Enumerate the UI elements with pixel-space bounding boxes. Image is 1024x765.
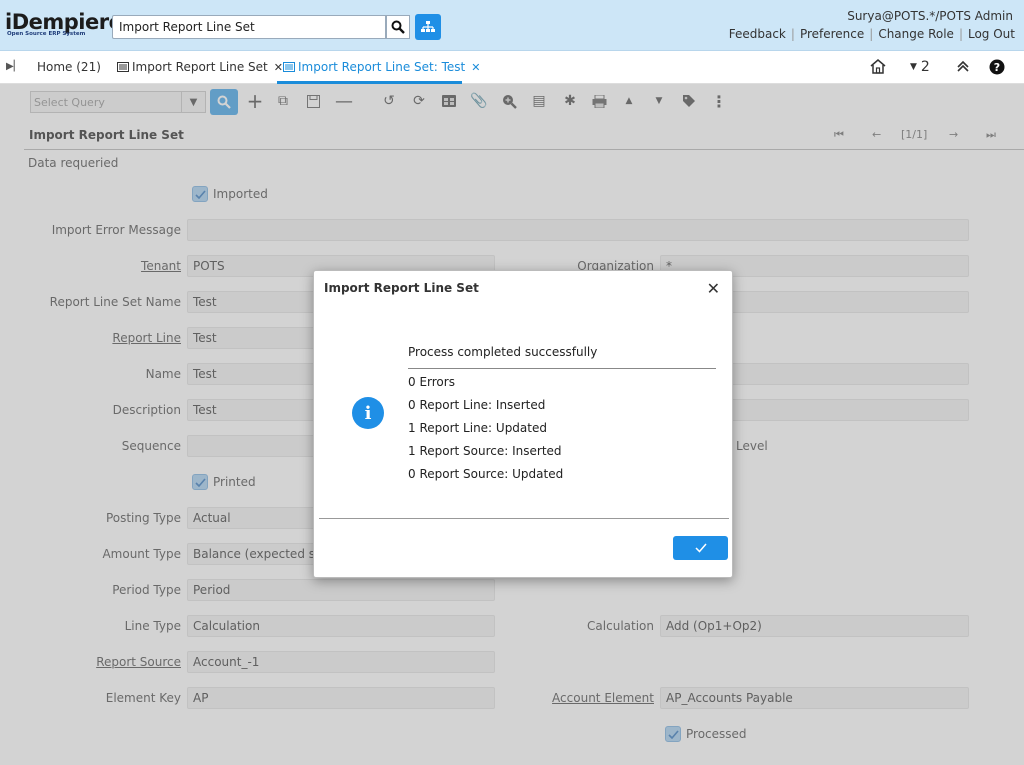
idempiere-logo[interactable]: iDempiere Open Source ERP System: [5, 10, 123, 38]
logo-subtitle: Open Source ERP System: [7, 31, 86, 37]
home-icon[interactable]: [870, 59, 886, 78]
maximize-icon[interactable]: [956, 59, 970, 77]
log-out-link[interactable]: Log Out: [963, 27, 1015, 41]
footer-divider: [319, 518, 729, 519]
close-tab-icon[interactable]: ✕: [471, 61, 480, 74]
open-window-count: 2: [920, 59, 930, 75]
window-icon: [283, 62, 295, 72]
menu-tree-button[interactable]: [415, 14, 441, 40]
info-icon: i: [352, 397, 384, 429]
ok-button[interactable]: [673, 536, 728, 560]
feedback-link[interactable]: Feedback: [724, 27, 791, 41]
result-line: 0 Report Line: Inserted: [408, 398, 546, 412]
close-tab-icon[interactable]: ✕: [274, 61, 283, 74]
window-tab-bar: ▶▏ Home (21) Import Report Line Set ✕ Im…: [0, 51, 1024, 84]
tab-home[interactable]: Home (21): [37, 60, 101, 74]
search-button[interactable]: [386, 15, 410, 39]
close-icon[interactable]: ✕: [707, 279, 720, 298]
search-icon: [391, 20, 405, 34]
change-role-link[interactable]: Change Role: [873, 27, 959, 41]
process-result-dialog: Import Report Line Set ✕ i Process compl…: [313, 270, 733, 578]
checkmark-icon: [694, 543, 707, 553]
window-list-dropdown[interactable]: ▼ 2: [910, 59, 930, 75]
tab-import-report-line-set-test[interactable]: Import Report Line Set: Test ✕: [283, 60, 480, 74]
process-headline: Process completed successfully: [408, 345, 598, 359]
window-icon: [117, 62, 129, 72]
tab-import-report-line-set[interactable]: Import Report Line Set ✕: [117, 60, 283, 74]
svg-text:?: ?: [994, 61, 1000, 74]
logo-text: iDempiere: [5, 10, 123, 34]
result-line: 0 Report Source: Updated: [408, 467, 564, 481]
tab-home-label: Home (21): [37, 60, 101, 74]
result-line: 1 Report Line: Updated: [408, 421, 547, 435]
dialog-title: Import Report Line Set: [324, 281, 479, 295]
app-header: iDempiere Open Source ERP System Import …: [0, 0, 1024, 51]
message-divider: [408, 368, 716, 369]
preference-link[interactable]: Preference: [795, 27, 869, 41]
result-line: 0 Errors: [408, 375, 455, 389]
help-icon[interactable]: ?: [989, 59, 1005, 79]
header-links: Feedback | Preference | Change Role | Lo…: [724, 27, 1015, 41]
global-search-input[interactable]: Import Report Line Set: [112, 15, 386, 39]
result-line: 1 Report Source: Inserted: [408, 444, 562, 458]
tab-label: Import Report Line Set: Test: [298, 60, 466, 74]
collapse-panel-icon[interactable]: ▶▏: [6, 61, 21, 72]
tab-label: Import Report Line Set: [132, 60, 268, 74]
caret-down-icon: ▼: [910, 62, 917, 72]
sitemap-icon: [421, 21, 435, 32]
user-role-label[interactable]: Surya@POTS.*/POTS Admin: [847, 9, 1013, 23]
